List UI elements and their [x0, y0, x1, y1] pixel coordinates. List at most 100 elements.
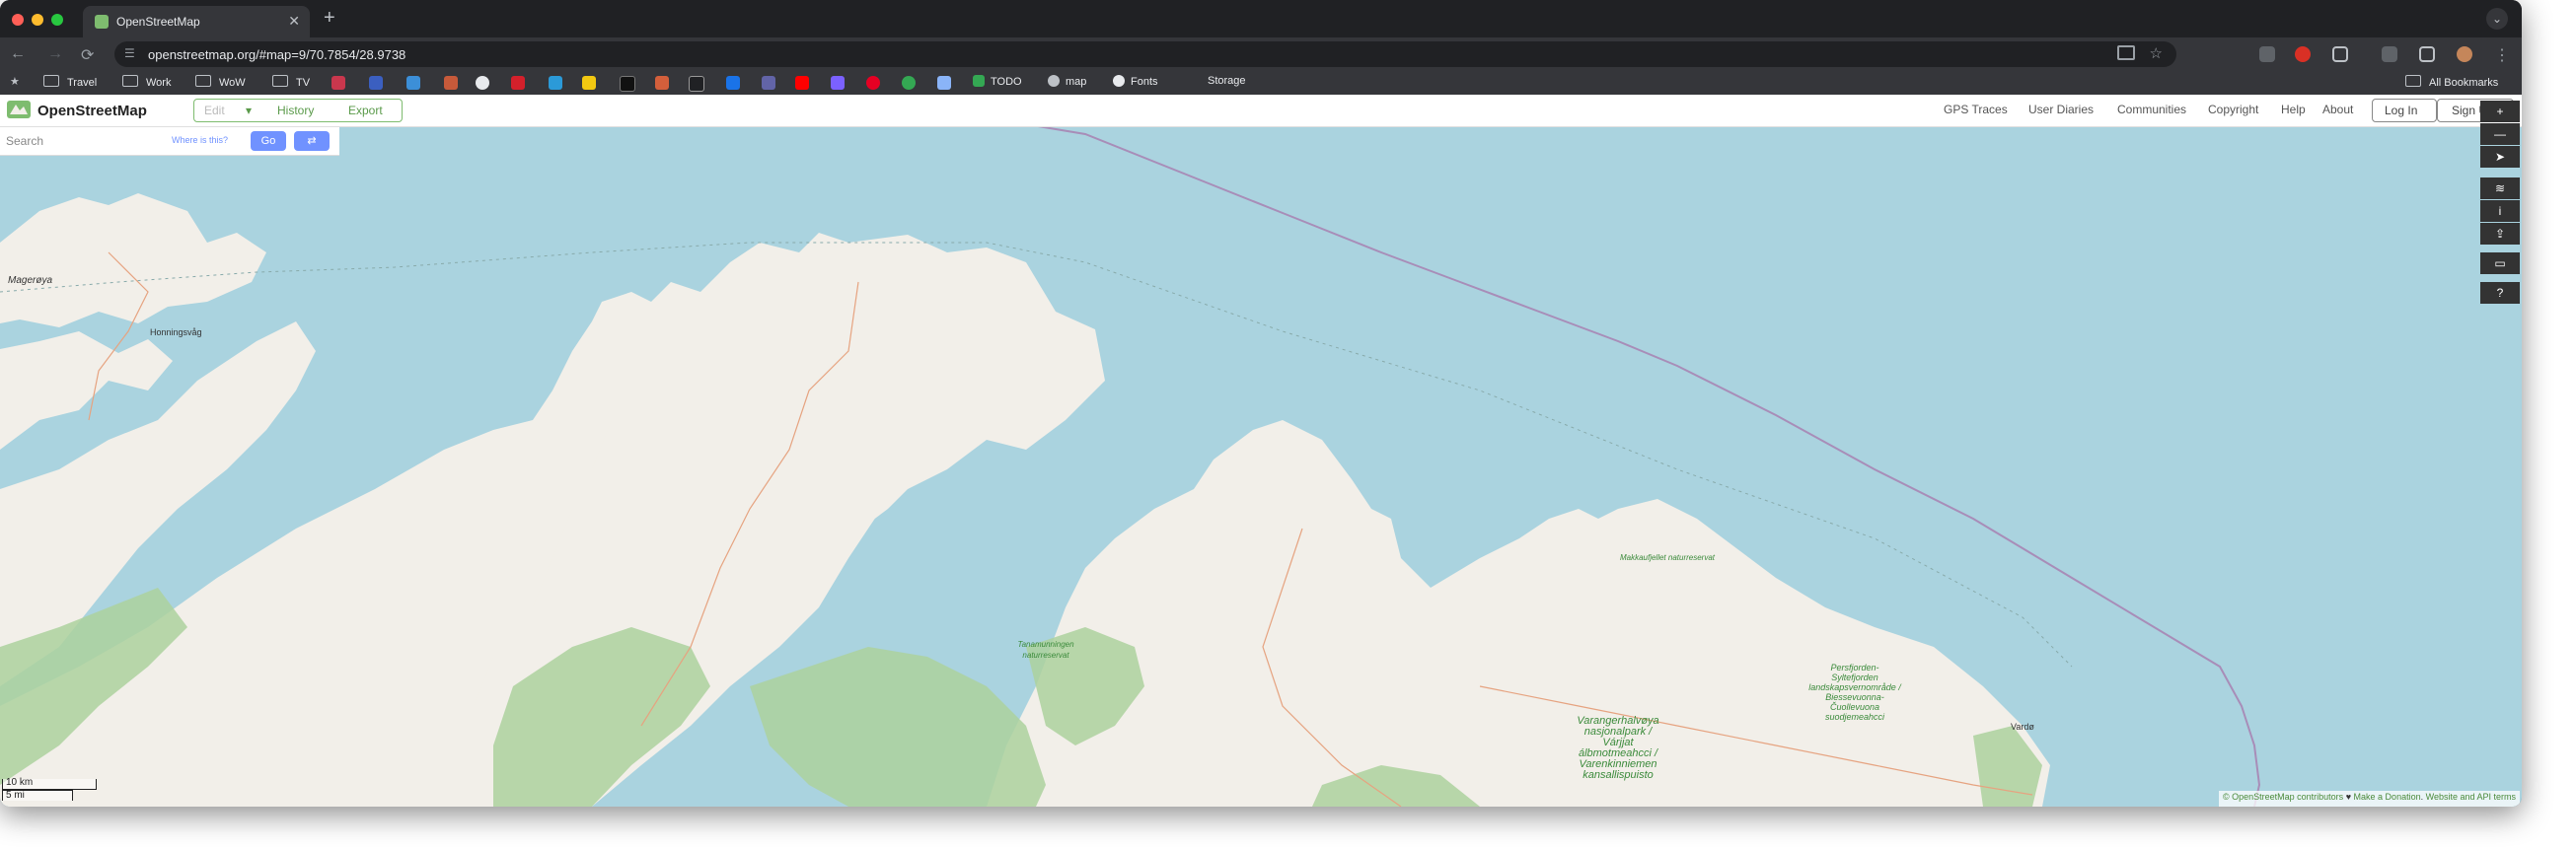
- bookmark-map[interactable]: map: [1048, 75, 1086, 88]
- all-bookmarks-folder[interactable]: All Bookmarks: [2405, 75, 2498, 89]
- search-input[interactable]: Search: [6, 132, 144, 150]
- reload-icon[interactable]: ⟳: [81, 45, 94, 65]
- bookmark-favicon-icon[interactable]: [549, 76, 562, 90]
- scale-mi: 5 mi: [6, 790, 25, 801]
- directions-icon[interactable]: ⇄: [294, 131, 330, 151]
- label-honningsvag: Honningsvåg: [150, 327, 202, 337]
- browser-tab[interactable]: OpenStreetMap ✕: [83, 6, 310, 37]
- bookmarks-star-icon[interactable]: ★: [10, 75, 20, 88]
- cast-icon[interactable]: [2117, 45, 2135, 60]
- go-button[interactable]: Go: [251, 131, 286, 151]
- tab-title: OpenStreetMap: [116, 15, 200, 29]
- profile-avatar-icon[interactable]: [2457, 46, 2472, 62]
- site-info-icon[interactable]: ☰: [124, 46, 135, 60]
- bookmark-favicon-icon[interactable]: [655, 76, 669, 90]
- bookmark-fonts[interactable]: Fonts: [1113, 75, 1158, 88]
- bookmark-favicon-icon[interactable]: [620, 76, 635, 92]
- share-button[interactable]: ⇪: [2480, 223, 2520, 245]
- github-icon[interactable]: [476, 76, 489, 90]
- extension-record-icon[interactable]: [2295, 46, 2311, 62]
- menu-kebab-icon[interactable]: ⋮: [2494, 45, 2510, 65]
- browser-toolbar: ← → ⟳ ☰ openstreetmap.org/#map=9/70.7854…: [0, 37, 2522, 71]
- map-key-button[interactable]: i: [2480, 200, 2520, 222]
- nav-communities[interactable]: Communities: [2117, 103, 2186, 116]
- bookmark-favicon-icon[interactable]: [937, 76, 951, 90]
- osm-favicon-icon: [95, 15, 109, 29]
- query-features-button[interactable]: ?: [2480, 282, 2520, 304]
- label-mageroya: Magerøya: [8, 275, 53, 286]
- bookmark-star-icon[interactable]: ☆: [2150, 44, 2163, 62]
- label-vardo: Vardø: [2011, 722, 2034, 732]
- bookmark-folder-wow[interactable]: WoW: [195, 75, 246, 89]
- extensions-puzzle-icon[interactable]: [2332, 46, 2348, 62]
- github-icon: [1113, 75, 1125, 87]
- osm-header: OpenStreetMap Edit ▾ History Export GPS …: [0, 95, 2522, 127]
- nav-gps-traces[interactable]: GPS Traces: [1944, 103, 2008, 116]
- side-panel-icon[interactable]: [2419, 46, 2435, 62]
- osm-page: OpenStreetMap Edit ▾ History Export GPS …: [0, 95, 2522, 807]
- extension-icon[interactable]: [2259, 46, 2275, 62]
- nav-help[interactable]: Help: [2281, 103, 2306, 116]
- url-text: openstreetmap.org/#map=9/70.7854/28.9738: [148, 47, 406, 62]
- bookmarks-bar: ★ Travel Work WoW TV TODO map Fonts Stor…: [0, 71, 2522, 96]
- nav-user-diaries[interactable]: User Diaries: [2028, 103, 2094, 116]
- osm-brand[interactable]: OpenStreetMap: [37, 103, 147, 119]
- bookmark-favicon-icon[interactable]: [689, 76, 704, 92]
- folder-icon: [272, 75, 288, 87]
- youtube-icon[interactable]: [795, 76, 809, 90]
- address-bar[interactable]: ☰ openstreetmap.org/#map=9/70.7854/28.97…: [114, 41, 2176, 67]
- bookmark-storage[interactable]: Storage: [1208, 75, 1246, 87]
- terms-link[interactable]: Website and API terms: [2426, 792, 2516, 802]
- nav-copyright[interactable]: Copyright: [2208, 103, 2258, 116]
- map-icon: [1048, 75, 1060, 87]
- bookmark-favicon-icon[interactable]: [369, 76, 383, 90]
- nav-about[interactable]: About: [2322, 103, 2353, 116]
- bookmark-favicon-icon[interactable]: [406, 76, 420, 90]
- bookmark-favicon-icon[interactable]: [582, 76, 596, 90]
- back-icon[interactable]: ←: [10, 45, 26, 63]
- heart-icon: ♥: [2345, 792, 2352, 802]
- edit-button[interactable]: Edit: [204, 104, 225, 117]
- zoom-out-button[interactable]: —: [2480, 123, 2520, 145]
- login-button[interactable]: Log In: [2372, 99, 2437, 122]
- bookmark-favicon-icon[interactable]: [831, 76, 845, 90]
- todo-icon: [973, 75, 985, 87]
- maximize-window-button[interactable]: [51, 14, 63, 26]
- history-button[interactable]: History: [277, 104, 314, 117]
- layers-button[interactable]: ≋: [2480, 177, 2520, 199]
- bookmark-todo[interactable]: TODO: [973, 75, 1022, 88]
- geolocate-button[interactable]: ➤: [2480, 146, 2520, 168]
- scale-bar: 10 km 5 mi: [2, 777, 97, 801]
- bookmark-folder-work[interactable]: Work: [122, 75, 171, 89]
- folder-icon: [2405, 75, 2421, 87]
- folder-icon: [43, 75, 59, 87]
- bookmark-folder-travel[interactable]: Travel: [43, 75, 97, 89]
- bookmark-favicon-icon[interactable]: [511, 76, 525, 90]
- close-window-button[interactable]: [12, 14, 24, 26]
- new-tab-button[interactable]: +: [324, 7, 335, 30]
- label-persfjorden: Persfjorden- Syltefjorden landskapsverno…: [1808, 663, 1901, 722]
- tab-close-icon[interactable]: ✕: [288, 13, 300, 30]
- minimize-window-button[interactable]: [32, 14, 43, 26]
- export-button[interactable]: Export: [348, 104, 383, 117]
- osm-logo-icon[interactable]: [6, 99, 32, 120]
- reading-list-icon[interactable]: [2382, 46, 2397, 62]
- bookmark-favicon-icon[interactable]: [762, 76, 775, 90]
- search-panel: Search Where is this? Go ⇄: [0, 127, 339, 156]
- where-is-this-link[interactable]: Where is this?: [172, 135, 228, 145]
- copyright-link[interactable]: © OpenStreetMap contributors: [2223, 792, 2343, 802]
- map-canvas[interactable]: [0, 95, 2522, 807]
- edit-dropdown-button[interactable]: ▾: [246, 104, 252, 117]
- bookmark-favicon-icon[interactable]: [726, 76, 740, 90]
- bookmark-favicon-icon[interactable]: [331, 76, 345, 90]
- edit-button-group: Edit ▾ History Export: [193, 99, 403, 122]
- zoom-in-button[interactable]: +: [2480, 101, 2520, 122]
- bookmark-folder-tv[interactable]: TV: [272, 75, 310, 89]
- tab-search-chevron-icon[interactable]: ⌄: [2486, 8, 2508, 30]
- bookmark-favicon-icon[interactable]: [866, 76, 880, 90]
- donate-link[interactable]: Make a Donation: [2354, 792, 2421, 802]
- bookmark-favicon-icon[interactable]: [902, 76, 916, 90]
- add-note-button[interactable]: ▭: [2480, 252, 2520, 274]
- forward-icon[interactable]: →: [47, 45, 63, 63]
- bookmark-favicon-icon[interactable]: [444, 76, 458, 90]
